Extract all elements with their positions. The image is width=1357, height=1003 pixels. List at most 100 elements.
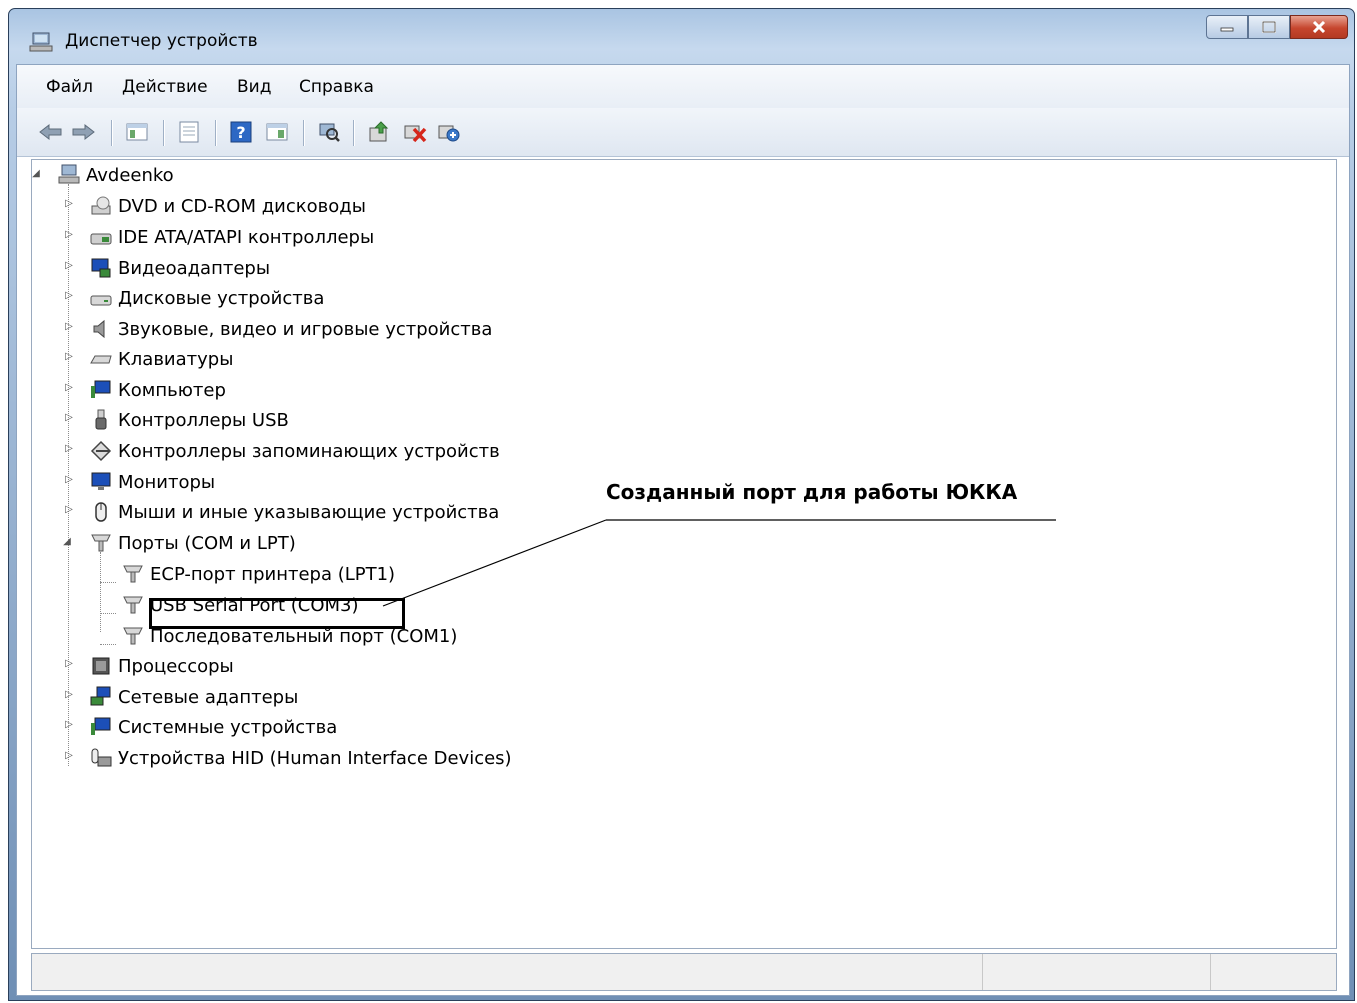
- port-lpt1[interactable]: ECP-порт принтера (LPT1): [122, 561, 395, 587]
- mouse-icon: [95, 502, 107, 522]
- forward-icon: [72, 123, 95, 141]
- title-bar[interactable]: Диспетчер устройств: [9, 9, 1354, 63]
- help-icon: ?: [230, 121, 252, 143]
- tree-category-usb[interactable]: Контроллеры USB: [90, 407, 289, 433]
- tree-category-computer[interactable]: Компьютер: [90, 377, 226, 403]
- tree-category-label: Видеоадаптеры: [118, 257, 271, 279]
- show-hide-console-tree-icon: [126, 123, 148, 141]
- view-button[interactable]: [263, 118, 291, 146]
- scan-hardware-icon: [319, 123, 340, 142]
- tree-category-hid[interactable]: Устройства HID (Human Interface Devices): [90, 745, 512, 771]
- expand-arrow-icon[interactable]: ▷: [64, 474, 74, 485]
- enable-device-button[interactable]: [435, 118, 463, 146]
- enable-device-icon: [438, 125, 460, 142]
- maximize-button[interactable]: [1248, 15, 1290, 39]
- port-icon: [123, 596, 143, 614]
- computer-icon: [58, 164, 80, 184]
- scan-hardware-button[interactable]: [315, 118, 343, 146]
- menu-bar: Файл Действие Вид Справка: [17, 65, 1349, 108]
- tree-category-monitors[interactable]: Мониторы: [90, 469, 215, 495]
- tree-root-label: Avdeenko: [86, 164, 174, 186]
- close-button[interactable]: [1290, 15, 1348, 39]
- tree-root[interactable]: Avdeenko: [58, 162, 174, 188]
- collapse-arrow-icon[interactable]: ◢: [31, 168, 41, 179]
- tree-category-label: Дисковые устройства: [118, 287, 325, 309]
- port-label: ECP-порт принтера (LPT1): [150, 563, 396, 585]
- highlight-box: [149, 598, 405, 629]
- menu-view[interactable]: Вид: [237, 77, 271, 97]
- monitor-icon: [91, 472, 111, 490]
- back-button[interactable]: [37, 118, 65, 146]
- expand-arrow-icon[interactable]: ▷: [64, 260, 74, 271]
- expand-arrow-icon[interactable]: ▷: [64, 229, 74, 240]
- usb-icon: [95, 409, 107, 430]
- port-icon: [123, 565, 143, 583]
- forward-button[interactable]: [69, 118, 97, 146]
- maximize-icon: [1262, 21, 1276, 33]
- tree-category-storage[interactable]: Контроллеры запоминающих устройств: [90, 438, 500, 464]
- tree-category-sound[interactable]: Звуковые, видео и игровые устройства: [90, 316, 492, 342]
- device-manager-window: Диспетчер устройств Файл Действие Вид Сп…: [8, 8, 1355, 1001]
- expand-arrow-icon[interactable]: ▷: [64, 198, 74, 209]
- help-button[interactable]: ?: [227, 118, 255, 146]
- device-tree: ◢ Avdeenko ▷ DVD и CD-ROM дисководы ▷ ID…: [31, 159, 1337, 949]
- expand-arrow-icon[interactable]: ▷: [64, 689, 74, 700]
- svg-text:?: ?: [236, 123, 245, 142]
- tree-category-disks[interactable]: Дисковые устройства: [90, 285, 324, 311]
- computer-icon: [91, 380, 111, 398]
- storage-controller-icon: [90, 440, 112, 462]
- expand-arrow-icon[interactable]: ▷: [64, 750, 74, 761]
- status-bar: [31, 953, 1337, 991]
- window-content: Файл Действие Вид Справка ? ◢ Avdeenko ▷…: [16, 64, 1350, 996]
- expand-arrow-icon[interactable]: ▷: [64, 382, 74, 393]
- tree-category-label: Контроллеры USB: [118, 409, 289, 431]
- expand-arrow-icon[interactable]: ▷: [64, 658, 74, 669]
- expand-arrow-icon[interactable]: ▷: [64, 321, 74, 332]
- tree-category-mice[interactable]: Мыши и иные указывающие устройства: [90, 499, 499, 525]
- tree-category-label: Компьютер: [118, 379, 226, 401]
- toolbar: ?: [17, 108, 1349, 157]
- tree-category-ide[interactable]: IDE ATA/ATAPI контроллеры: [90, 224, 374, 250]
- properties-button[interactable]: [175, 118, 203, 146]
- expand-arrow-icon[interactable]: ▷: [64, 443, 74, 454]
- collapse-arrow-icon[interactable]: ◢: [62, 536, 72, 547]
- minimize-button[interactable]: [1206, 15, 1248, 39]
- tree-category-ports[interactable]: Порты (COM и LPT): [90, 530, 296, 556]
- keyboard-icon: [90, 355, 112, 364]
- uninstall-button[interactable]: [401, 118, 429, 146]
- update-driver-icon: [369, 121, 389, 142]
- display-adapter-icon: [91, 258, 111, 278]
- tree-category-label: Системные устройства: [118, 716, 338, 738]
- expand-arrow-icon[interactable]: ▷: [64, 504, 74, 515]
- update-driver-button[interactable]: [365, 118, 393, 146]
- computer-icon: [29, 32, 53, 52]
- expand-arrow-icon[interactable]: ▷: [64, 719, 74, 730]
- tree-category-dvd[interactable]: DVD и CD-ROM дисководы: [90, 193, 366, 219]
- tree-category-label: Процессоры: [118, 655, 234, 677]
- tree-category-video[interactable]: Видеоадаптеры: [90, 255, 270, 281]
- menu-action[interactable]: Действие: [122, 77, 208, 97]
- ide-controller-icon: [90, 233, 112, 245]
- close-icon: [1312, 21, 1326, 33]
- tree-category-system[interactable]: Системные устройства: [90, 714, 337, 740]
- network-adapter-icon: [90, 686, 111, 706]
- tree-category-network[interactable]: Сетевые адаптеры: [90, 684, 298, 710]
- tree-category-label: Мыши и иные указывающие устройства: [118, 501, 500, 523]
- tree-category-label: Клавиатуры: [118, 348, 234, 370]
- tree-category-label: Контроллеры запоминающих устройств: [118, 440, 500, 462]
- menu-help[interactable]: Справка: [299, 77, 374, 97]
- tree-category-processors[interactable]: Процессоры: [90, 653, 234, 679]
- uninstall-icon: [404, 125, 427, 143]
- port-icon: [123, 627, 143, 645]
- port-icon: [91, 534, 111, 552]
- expand-arrow-icon[interactable]: ▷: [64, 290, 74, 301]
- tree-category-keyboards[interactable]: Клавиатуры: [90, 346, 233, 372]
- expand-arrow-icon[interactable]: ▷: [64, 351, 74, 362]
- tree-category-label: Устройства HID (Human Interface Devices): [118, 747, 512, 769]
- tree-category-label: Мониторы: [118, 471, 216, 493]
- tree-category-label: Порты (COM и LPT): [118, 532, 296, 554]
- show-hide-console-tree-button[interactable]: [123, 118, 151, 146]
- system-device-icon: [91, 717, 111, 735]
- expand-arrow-icon[interactable]: ▷: [64, 412, 74, 423]
- menu-file[interactable]: Файл: [46, 77, 93, 97]
